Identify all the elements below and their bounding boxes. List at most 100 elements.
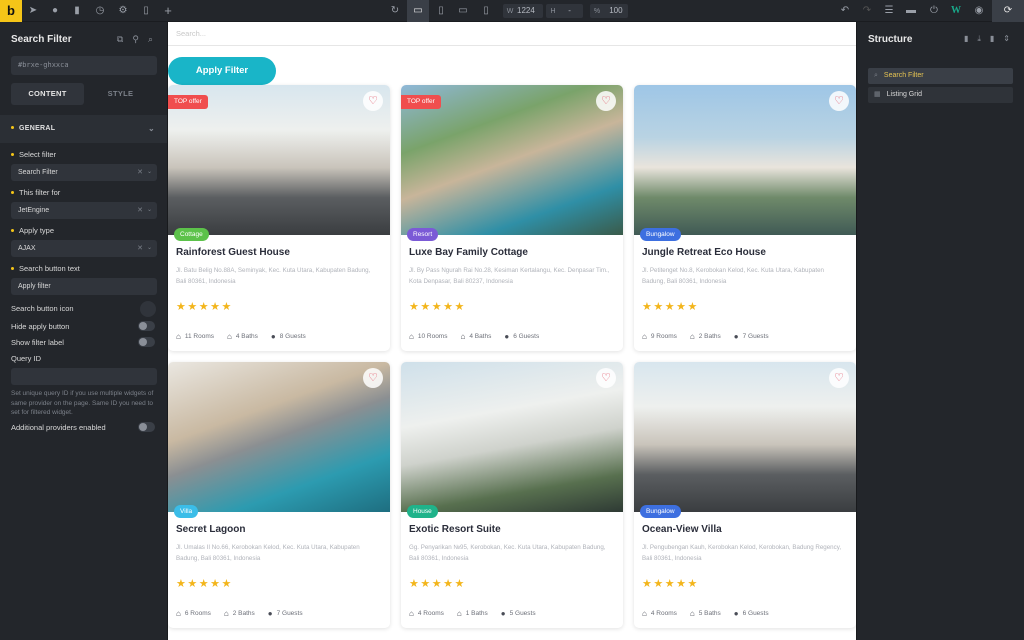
listing-title[interactable]: Ocean-View Villa <box>642 524 722 535</box>
trash-icon[interactable]: ▮ <box>990 34 994 44</box>
icon-picker[interactable] <box>140 301 156 317</box>
panel-title: Search Filter <box>11 34 72 45</box>
filter-for-dropdown[interactable]: JetEngine ✕ ⌄ <box>11 202 157 219</box>
rooms-count: 4 Rooms <box>417 610 444 617</box>
heart-icon[interactable]: ♡ <box>596 91 616 111</box>
width-field[interactable]: W 1224 <box>503 4 543 18</box>
user-icon: ● <box>733 609 739 618</box>
rooms-count: 11 Rooms <box>184 333 214 340</box>
rating-stars: ★★★★★ <box>176 301 233 313</box>
user-icon: ● <box>270 332 276 341</box>
category-badge[interactable]: Bungalow <box>640 228 681 241</box>
folder-icon[interactable]: ▬ <box>900 0 922 22</box>
listing-address: Jl. Pengubengan Kauh, Kerobokan Kelod, K… <box>642 544 842 562</box>
listing-title[interactable]: Exotic Resort Suite <box>409 524 501 535</box>
structure-icon[interactable]: ☰ <box>878 0 900 22</box>
heart-icon[interactable]: ♡ <box>596 368 616 388</box>
wordpress-icon[interactable]: W <box>945 0 967 22</box>
breakpoint-landscape-icon[interactable]: ▭ <box>452 0 474 22</box>
rating-stars: ★★★★★ <box>642 578 699 590</box>
listing-card[interactable]: TOP offer ♡ Cottage Rainforest Guest House J… <box>168 85 390 351</box>
pages-icon[interactable]: ▮ <box>66 0 88 22</box>
listing-card[interactable]: ♡ Villa Secret Lagoon Jl. Umalas II No.66, … <box>168 362 390 628</box>
toggle-view-icon[interactable]: ⧉ <box>117 34 123 45</box>
clear-icon[interactable]: ✕ <box>137 164 143 181</box>
search-icon[interactable]: ⌕ <box>148 34 153 45</box>
chevron-down-icon: ⌄ <box>146 207 152 213</box>
listing-title[interactable]: Rainforest Guest House <box>176 247 290 258</box>
apply-filter-button[interactable]: Apply Filter <box>168 57 276 85</box>
download-icon[interactable]: ⤓ <box>977 34 981 44</box>
tab-content[interactable]: CONTENT <box>11 83 84 105</box>
listing-address: Jl. By Pass Ngurah Rai No.28, Kesiman Ke… <box>409 267 610 285</box>
search-input[interactable]: Search... <box>168 22 856 46</box>
hide-apply-toggle[interactable] <box>138 321 155 331</box>
button-text-input[interactable]: Apply filter <box>11 278 157 295</box>
pin-icon[interactable]: ⚲ <box>132 34 139 45</box>
breakpoint-desktop-icon[interactable]: ▭ <box>407 0 429 22</box>
preview-eye-icon[interactable]: ◉ <box>968 0 990 22</box>
listing-card[interactable]: ♡ House Exotic Resort Suite Gg. Penyarikan … <box>401 362 623 628</box>
history-icon[interactable]: ◷ <box>89 0 111 22</box>
group-general[interactable]: GENERAL ⌄ <box>0 115 167 143</box>
heart-icon[interactable]: ♡ <box>829 91 849 111</box>
listing-image[interactable] <box>168 362 390 512</box>
filter-for-label: This filter for <box>11 188 60 197</box>
app-logo[interactable]: b <box>0 0 22 22</box>
user-icon: ● <box>500 609 506 618</box>
heart-icon[interactable]: ♡ <box>363 368 383 388</box>
add-icon[interactable]: + <box>157 0 179 22</box>
heart-icon[interactable]: ♡ <box>363 91 383 111</box>
listing-image[interactable] <box>401 362 623 512</box>
listing-title[interactable]: Secret Lagoon <box>176 524 245 535</box>
heart-icon[interactable]: ♡ <box>829 368 849 388</box>
height-field[interactable]: H - <box>546 4 583 18</box>
show-label-toggle[interactable] <box>138 337 155 347</box>
category-badge[interactable]: House <box>407 505 438 518</box>
listing-image[interactable] <box>634 362 856 512</box>
cursor-icon[interactable]: ➤ <box>22 0 44 22</box>
apply-type-dropdown[interactable]: AJAX ✕ ⌄ <box>11 240 157 257</box>
css-icon[interactable]: ▯ <box>135 0 157 22</box>
element-id-field[interactable]: #brxe-ghxxca <box>11 56 157 75</box>
reload-icon[interactable]: ↻ <box>384 0 406 22</box>
settings-icon[interactable]: ⚙ <box>112 0 134 22</box>
clear-icon[interactable]: ✕ <box>137 202 143 219</box>
listing-card[interactable]: ♡ Bungalow Jungle Retreat Eco House Jl. Pet… <box>634 85 856 351</box>
query-id-input[interactable] <box>11 368 157 385</box>
breakpoint-mobile-icon[interactable]: ▯ <box>475 0 497 22</box>
power-icon[interactable]: ⏻ <box>923 0 945 22</box>
category-badge[interactable]: Cottage <box>174 228 209 241</box>
guests-count: 6 Guests <box>742 610 769 617</box>
help-icon[interactable]: ● <box>44 0 66 22</box>
select-filter-dropdown[interactable]: Search Filter ✕ ⌄ <box>11 164 157 181</box>
listing-title[interactable]: Jungle Retreat Eco House <box>642 247 766 258</box>
category-badge[interactable]: Resort <box>407 228 439 241</box>
guests-count: 8 Guests <box>279 333 306 340</box>
category-badge[interactable]: Bungalow <box>640 505 681 518</box>
structure-item-listing-grid[interactable]: ▦ Listing Grid <box>868 87 1013 103</box>
expand-icon[interactable]: ⇕ <box>1003 34 1010 44</box>
additional-providers-toggle[interactable] <box>138 422 155 432</box>
redo-icon[interactable]: ↷ <box>856 0 878 22</box>
rating-stars: ★★★★★ <box>409 578 466 590</box>
home-icon: ⌂ <box>689 609 695 618</box>
listing-card[interactable]: ♡ Bungalow Ocean-View Villa Jl. Pengubengan… <box>634 362 856 628</box>
listing-image[interactable] <box>634 85 856 235</box>
clipboard-icon[interactable]: ▮ <box>964 34 968 44</box>
breakpoint-tablet-icon[interactable]: ▯ <box>430 0 452 22</box>
hide-apply-label: Hide apply button <box>11 322 70 331</box>
listing-address: Jl. Petitenget No.8, Kerobokan Kelod, Ke… <box>642 267 824 285</box>
structure-item-search-filter[interactable]: ⌕ Search Filter <box>868 68 1013 84</box>
listing-meta: ⌂ 10 Rooms ⌂ 4 Baths ● 6 Guests <box>409 332 539 341</box>
zoom-field[interactable]: % 100 <box>590 4 628 18</box>
clear-icon[interactable]: ✕ <box>137 240 143 257</box>
listing-title[interactable]: Luxe Bay Family Cottage <box>409 247 528 258</box>
home-icon: ⌂ <box>223 609 229 618</box>
category-badge[interactable]: Villa <box>174 505 199 518</box>
undo-icon[interactable]: ↶ <box>834 0 856 22</box>
save-icon[interactable]: ⟳ <box>992 0 1024 22</box>
home-icon: ⌂ <box>456 609 462 618</box>
listing-card[interactable]: TOP offer ♡ Resort Luxe Bay Family Cottage J… <box>401 85 623 351</box>
tab-style[interactable]: STYLE <box>84 83 157 105</box>
